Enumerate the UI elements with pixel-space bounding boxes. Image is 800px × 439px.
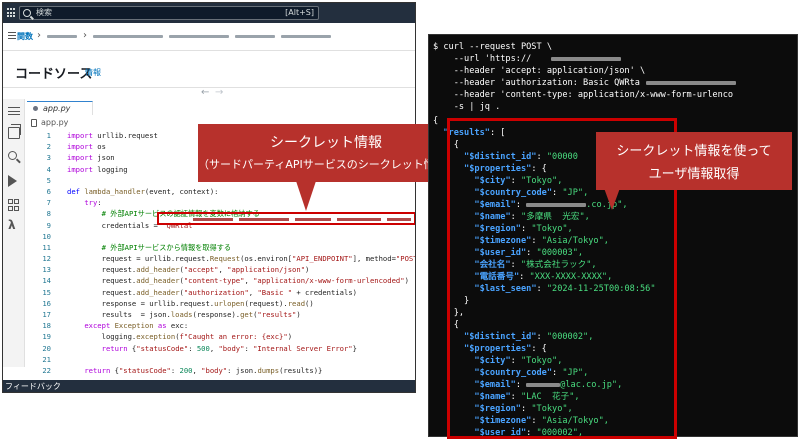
code-line-14: request.add_header("content-type", "appl… xyxy=(67,276,409,286)
terminal-line: --url 'https:// xyxy=(433,53,622,65)
redacted-secret xyxy=(193,218,233,221)
extensions-icon[interactable] xyxy=(8,199,20,211)
info-link[interactable]: 情報 xyxy=(85,67,101,78)
breadcrumb-chevron-icon: › xyxy=(37,30,41,41)
line-number: 18 xyxy=(42,321,51,331)
search-placeholder: 検索 xyxy=(36,8,52,17)
breadcrumb-chevron-icon: › xyxy=(83,30,87,41)
python-file-icon xyxy=(33,106,38,111)
redacted-text xyxy=(169,35,229,38)
services-grid-icon[interactable] xyxy=(7,8,17,18)
status-bar: フィードバック xyxy=(3,380,415,392)
code-line-11-comment: # 外部APIサービスから情報を取得する xyxy=(67,242,232,252)
callout-right-title: シークレット情報を使って xyxy=(616,144,772,159)
redacted-text xyxy=(235,35,275,38)
terminal-line: -s | jq . xyxy=(433,102,501,112)
code-line-18: except Exception as exc: xyxy=(84,321,189,331)
tab-label: app.py xyxy=(43,104,71,113)
line-number: 19 xyxy=(42,332,51,342)
line-number: 9 xyxy=(46,220,51,230)
line-number: 15 xyxy=(42,287,51,297)
breadcrumb: 関数 › › xyxy=(3,23,415,51)
redacted-text xyxy=(93,35,163,38)
line-number: 12 xyxy=(42,254,51,264)
line-number-gutter: 1 2 3 4 5 6 7 8 9 10 11 12 13 14 15 16 17 18 19 20 21 22 xyxy=(25,130,55,376)
terminal-line: --header 'content-type: application/x-ww… xyxy=(433,90,734,100)
line-number: 2 xyxy=(46,142,51,152)
line-number: 10 xyxy=(42,231,51,241)
line-number: 21 xyxy=(42,354,51,364)
callout-secret-info: シークレット情報 （サードパーティAPIサービスのシークレット情報） xyxy=(198,124,457,182)
line-number: 20 xyxy=(42,343,51,353)
terminal-line: --header 'accept: application/json' \ xyxy=(433,66,646,76)
code-line-19: logging.exception(f"Caught an error: {ex… xyxy=(67,332,293,342)
code-line-15: request.add_header("authorization", "Bas… xyxy=(67,287,357,297)
line-number: 16 xyxy=(42,298,51,308)
console-top-bar: 検索 [Alt+S] xyxy=(3,3,415,23)
redacted-text xyxy=(281,35,331,38)
run-debug-icon[interactable] xyxy=(8,175,17,187)
line-number: 13 xyxy=(42,265,51,275)
lambda-console-window: 検索 [Alt+S] 関数 › › コードソース 情報 ← → λ app.py… xyxy=(2,2,416,393)
redacted-url xyxy=(551,56,622,61)
json-line: { xyxy=(433,116,439,126)
line-number: 1 xyxy=(46,131,51,140)
callout-right-pointer xyxy=(604,188,620,210)
code-line-22: return {"statusCode": 200, "body": json.… xyxy=(84,365,323,375)
line-number: 7 xyxy=(46,198,51,208)
menu-icon[interactable] xyxy=(8,107,20,115)
line-number: 6 xyxy=(46,186,51,196)
callout-left-subtitle: （サードパーティAPIサービスのシークレット情報） xyxy=(198,158,457,171)
editor-tab-app-py[interactable]: app.py xyxy=(27,101,93,115)
line-number: 5 xyxy=(46,175,51,185)
search-icon xyxy=(23,9,31,17)
explorer-icon[interactable] xyxy=(8,124,21,139)
forward-arrow-icon[interactable]: → xyxy=(215,87,223,98)
breadcrumb-functions-link[interactable]: 関数 xyxy=(17,31,33,42)
terminal-line: $ curl --request POST \ xyxy=(433,42,552,52)
code-line-16: response = urllib.request.urlopen(reques… xyxy=(67,298,314,308)
page-title: コードソース xyxy=(15,67,93,82)
callout-left-title: シークレット情報 xyxy=(270,135,382,151)
code-line-17: results = json.loads(response).get("resu… xyxy=(67,310,301,319)
callout-left-pointer xyxy=(296,181,316,211)
credentials-highlight-box xyxy=(157,212,415,225)
search-icon[interactable] xyxy=(8,151,17,160)
redacted-secret xyxy=(387,218,411,221)
line-number: 8 xyxy=(46,209,51,219)
redacted-text xyxy=(47,35,77,38)
redacted-secret xyxy=(645,80,736,85)
line-number: 11 xyxy=(42,242,51,252)
line-number: 4 xyxy=(46,164,51,174)
line-number: 3 xyxy=(46,153,51,163)
terminal-line: --header 'authorization: Basic QWRta xyxy=(433,77,736,89)
code-line-12: request = urllib.request.Request(os.envi… xyxy=(67,254,415,264)
feedback-link[interactable]: フィードバック xyxy=(5,381,61,392)
code-line-13: request.add_header("accept", "applicatio… xyxy=(67,265,310,275)
redacted-secret xyxy=(337,218,381,221)
editor-toolbar xyxy=(3,87,415,99)
console-search-box[interactable]: 検索 [Alt+S] xyxy=(19,6,319,20)
callout-right-subtitle: ユーザ情報取得 xyxy=(648,167,740,182)
line-number: 17 xyxy=(42,310,51,319)
code-line-7: try: xyxy=(84,198,102,208)
lambda-icon[interactable]: λ xyxy=(8,219,20,231)
redacted-secret xyxy=(239,218,289,221)
line-number: 14 xyxy=(42,276,51,286)
file-icon xyxy=(31,119,37,127)
back-arrow-icon[interactable]: ← xyxy=(201,87,209,98)
search-shortcut-hint: [Alt+S] xyxy=(285,8,314,17)
redacted-secret xyxy=(295,218,331,221)
code-line-20: return {"statusCode": 500, "body": "Inte… xyxy=(101,343,357,353)
callout-user-info: シークレット情報を使って ユーザ情報取得 xyxy=(596,132,792,190)
file-breadcrumb: app.py xyxy=(41,118,69,127)
line-number: 22 xyxy=(42,365,51,375)
editor-activity-bar: λ xyxy=(3,99,25,367)
menu-icon[interactable] xyxy=(8,32,16,39)
code-line-6: def lambda_handler(event, context): xyxy=(67,186,219,196)
